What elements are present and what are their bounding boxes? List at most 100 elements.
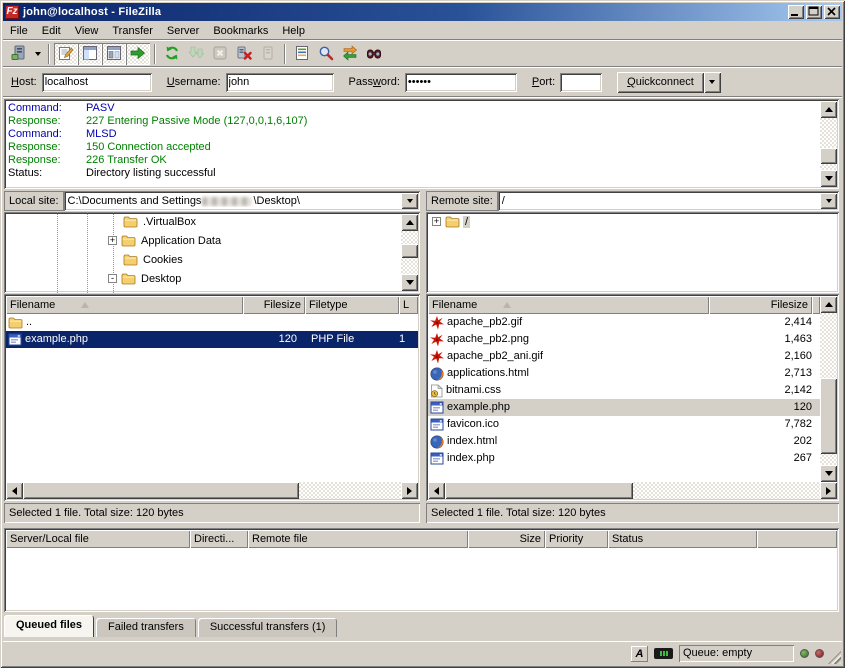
file-row[interactable]: bitnami.css2,142 — [428, 382, 820, 399]
scroll-thumb[interactable] — [445, 482, 633, 499]
file-row[interactable]: index.php267 — [428, 450, 820, 467]
minimize-button[interactable] — [788, 5, 804, 19]
quickconnect-button[interactable]: Quickconnect — [617, 72, 704, 93]
column-header-directi[interactable]: Directi... — [190, 530, 248, 548]
column-header-filler[interactable] — [757, 530, 837, 548]
local-site-combo[interactable]: C:\Documents and Settings\Desktop\ — [64, 191, 420, 211]
column-header-filler[interactable] — [812, 296, 820, 314]
scroll-thumb[interactable] — [820, 148, 837, 164]
toggle-message-log-button[interactable] — [54, 43, 78, 65]
close-button[interactable] — [824, 5, 840, 19]
file-row[interactable]: example.php120PHP File1 — [6, 331, 418, 348]
quickconnect-dropdown[interactable] — [704, 72, 721, 93]
remote-hscrollbar[interactable] — [428, 482, 837, 499]
scroll-thumb[interactable] — [820, 378, 837, 454]
username-input[interactable] — [226, 73, 334, 92]
transfer-queue[interactable]: Server/Local fileDirecti...Remote fileSi… — [4, 528, 839, 612]
file-row[interactable]: applications.html2,713 — [428, 365, 820, 382]
tab-queued-files[interactable]: Queued files — [4, 615, 94, 637]
message-log[interactable]: Command:PASVResponse:227 Entering Passiv… — [4, 99, 839, 189]
column-header-filesize[interactable]: Filesize — [243, 296, 305, 314]
tree-item[interactable]: -Desktop — [4, 269, 420, 288]
file-row[interactable]: apache_pb2_ani.gif2,160 — [428, 348, 820, 365]
remote-site-combo[interactable]: / — [498, 191, 839, 211]
scroll-down-button[interactable] — [820, 170, 837, 187]
scroll-right-button[interactable] — [820, 482, 837, 499]
toggle-local-tree-button[interactable] — [78, 43, 102, 65]
remote-vscrollbar[interactable] — [820, 296, 837, 482]
expander-plus-icon[interactable]: + — [108, 236, 117, 245]
column-header-filetype[interactable]: Filetype — [305, 296, 399, 314]
scroll-up-button[interactable] — [401, 214, 418, 231]
host-input[interactable] — [42, 73, 152, 92]
password-input[interactable] — [405, 73, 517, 92]
scroll-track[interactable] — [820, 313, 837, 465]
toggle-remote-tree-button[interactable] — [102, 43, 126, 65]
scroll-thumb[interactable] — [401, 244, 418, 258]
menu-view[interactable]: View — [68, 23, 106, 39]
directory-comparison-button[interactable] — [314, 43, 338, 65]
resize-grip[interactable] — [828, 651, 841, 664]
tab-failed-transfers[interactable]: Failed transfers — [96, 618, 196, 637]
column-header-filesize[interactable]: Filesize — [709, 296, 812, 314]
file-row[interactable]: favicon.ico7,782 — [428, 416, 820, 433]
disconnect-button[interactable] — [232, 43, 256, 65]
scroll-down-button[interactable] — [401, 274, 418, 291]
local-file-list[interactable]: FilenameFilesizeFiletypeL ..example.php1… — [4, 294, 420, 501]
scroll-left-button[interactable] — [428, 482, 445, 499]
local-hscrollbar[interactable] — [6, 482, 418, 499]
tree-item[interactable]: +Application Data — [4, 231, 420, 250]
log-scrollbar[interactable] — [820, 101, 837, 187]
menu-help[interactable]: Help — [275, 23, 312, 39]
column-header-l[interactable]: L — [399, 296, 418, 314]
toggle-queue-button[interactable] — [126, 43, 150, 65]
local-tree-scrollbar[interactable] — [401, 214, 418, 291]
find-files-button[interactable] — [362, 43, 386, 65]
scroll-track[interactable] — [445, 482, 820, 499]
menu-bookmarks[interactable]: Bookmarks — [206, 23, 275, 39]
menu-transfer[interactable]: Transfer — [105, 23, 160, 39]
tree-item[interactable]: Cookies — [4, 250, 420, 269]
synchronized-browsing-button[interactable] — [338, 43, 362, 65]
file-row[interactable]: apache_pb2.png1,463 — [428, 331, 820, 348]
expander-minus-icon[interactable]: - — [108, 274, 117, 283]
scroll-track[interactable] — [23, 482, 401, 499]
expander-plus-icon[interactable]: + — [432, 217, 441, 226]
site-manager-button[interactable] — [7, 43, 31, 65]
menu-server[interactable]: Server — [160, 23, 206, 39]
scroll-up-button[interactable] — [820, 101, 837, 118]
scroll-down-button[interactable] — [820, 465, 837, 482]
file-row[interactable]: apache_pb2.gif2,414 — [428, 314, 820, 331]
local-tree[interactable]: .VirtualBox+Application DataCookies-Desk… — [4, 212, 420, 293]
column-header-remotefile[interactable]: Remote file — [248, 530, 468, 548]
scroll-left-button[interactable] — [6, 482, 23, 499]
column-header-filename[interactable]: Filename — [6, 296, 243, 314]
remote-file-list[interactable]: FilenameFilesize apache_pb2.gif2,414apac… — [426, 294, 839, 501]
tab-successful-transfers-1-[interactable]: Successful transfers (1) — [198, 618, 338, 637]
menu-edit[interactable]: Edit — [35, 23, 68, 39]
scroll-up-button[interactable] — [820, 296, 837, 313]
scroll-track[interactable] — [401, 231, 418, 274]
column-header-filename[interactable]: Filename — [428, 296, 709, 314]
scroll-track[interactable] — [820, 118, 837, 170]
filter-button[interactable] — [290, 43, 314, 65]
remote-site-dropdown[interactable] — [820, 193, 837, 209]
menu-file[interactable]: File — [3, 23, 35, 39]
column-header-priority[interactable]: Priority — [545, 530, 608, 548]
file-row[interactable]: example.php120 — [428, 399, 820, 416]
maximize-button[interactable] — [806, 5, 822, 19]
column-header-serverlocalfile[interactable]: Server/Local file — [6, 530, 190, 548]
site-manager-dropdown[interactable] — [31, 43, 44, 65]
remote-tree[interactable]: +/ — [426, 212, 839, 293]
column-header-status[interactable]: Status — [608, 530, 757, 548]
local-site-dropdown[interactable] — [401, 193, 418, 209]
scroll-right-button[interactable] — [401, 482, 418, 499]
title-bar[interactable]: Fz john@localhost - FileZilla — [3, 3, 842, 21]
file-row[interactable]: .. — [6, 314, 418, 331]
refresh-button[interactable] — [160, 43, 184, 65]
file-row[interactable]: index.html202 — [428, 433, 820, 450]
column-header-size[interactable]: Size — [468, 530, 545, 548]
tree-item[interactable]: +/ — [426, 212, 839, 231]
tree-item[interactable]: .VirtualBox — [4, 212, 420, 231]
port-input[interactable] — [560, 73, 602, 92]
